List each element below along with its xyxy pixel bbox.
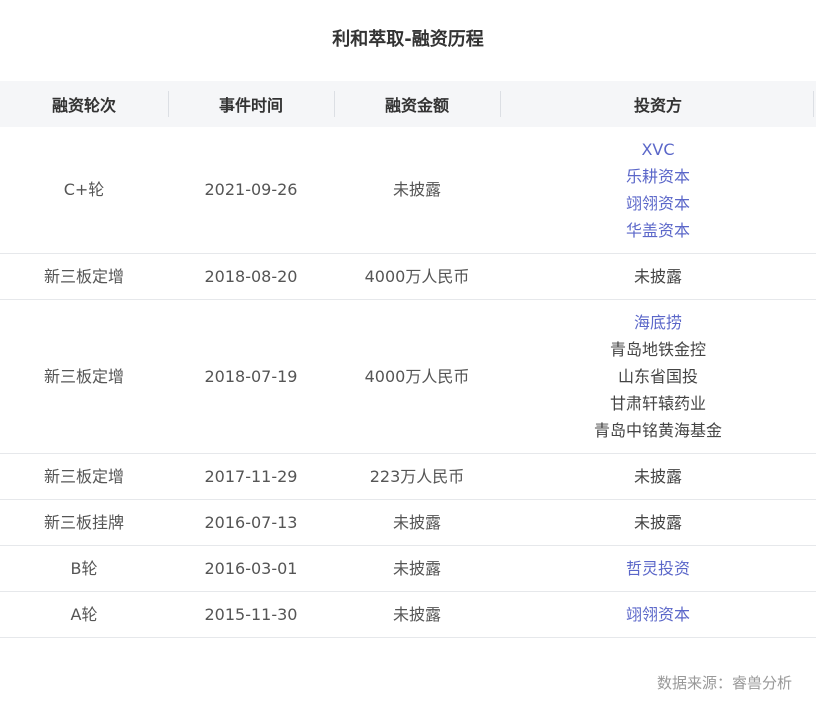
- table-row: C+轮 2021-09-26 未披露 XVC 乐耕资本 翊翎资本 华盖资本: [0, 127, 816, 253]
- cell-amount: 未披露: [392, 180, 441, 200]
- cell-investors: 哲灵投资: [500, 545, 816, 591]
- header-investors: 投资方: [500, 81, 816, 127]
- table-row: 新三板定增 2018-07-19 4000万人民币 海底捞 青岛地铁金控 山东省…: [0, 299, 816, 453]
- table-row: 新三板定增 2017-11-29 223万人民币 未披露: [0, 453, 816, 499]
- investor-text: 甘肃轩辕药业: [609, 393, 706, 413]
- cell-round: 新三板定增: [43, 266, 124, 286]
- investor-link[interactable]: 华盖资本: [500, 217, 816, 244]
- cell-date: 2016-07-13: [204, 512, 298, 532]
- cell-date: 2018-07-19: [204, 366, 298, 386]
- investor-link[interactable]: 翊翎资本: [500, 601, 816, 628]
- investor-text: 青岛中铭黄海基金: [593, 420, 722, 440]
- investor-link[interactable]: 哲灵投资: [500, 555, 816, 582]
- cell-investors: 未披露: [500, 253, 816, 299]
- investor-link[interactable]: 翊翎资本: [500, 190, 816, 217]
- cell-date: 2021-09-26: [204, 180, 298, 200]
- investor-text: 未披露: [633, 266, 682, 286]
- table-row: B轮 2016-03-01 未披露 哲灵投资: [0, 545, 816, 591]
- investor-link[interactable]: 海底捞: [500, 309, 816, 336]
- cell-amount: 4000万人民币: [364, 266, 470, 286]
- header-round: 融资轮次: [51, 96, 116, 115]
- cell-investors: 海底捞 青岛地铁金控 山东省国投 甘肃轩辕药业 青岛中铭黄海基金: [500, 299, 816, 453]
- table-row: 新三板挂牌 2016-07-13 未披露 未披露: [0, 499, 816, 545]
- cell-amount: 未披露: [392, 512, 441, 532]
- data-source-note: 数据来源：睿兽分析: [656, 674, 792, 692]
- cell-round: B轮: [70, 558, 98, 578]
- table-header-row: 融资轮次 事件时间 融资金额 投资方: [0, 81, 816, 127]
- table-row: A轮 2015-11-30 未披露 翊翎资本: [0, 591, 816, 637]
- cell-investors: 未披露: [500, 453, 816, 499]
- cell-round: 新三板挂牌: [43, 512, 124, 532]
- cell-round: C+轮: [63, 180, 105, 200]
- page-title: 利和萃取-融资历程: [332, 29, 484, 50]
- cell-round: A轮: [70, 604, 98, 624]
- investor-text: 青岛地铁金控: [609, 339, 706, 359]
- cell-investors: XVC 乐耕资本 翊翎资本 华盖资本: [500, 127, 816, 253]
- investor-text: 未披露: [633, 512, 682, 532]
- header-date: 事件时间: [168, 81, 334, 127]
- investor-link[interactable]: 乐耕资本: [500, 163, 816, 190]
- cell-date: 2017-11-29: [204, 466, 298, 486]
- cell-amount: 未披露: [392, 604, 441, 624]
- cell-investors: 翊翎资本: [500, 591, 816, 637]
- cell-amount: 223万人民币: [369, 466, 465, 486]
- investor-text: 未披露: [633, 466, 682, 486]
- header-amount: 融资金额: [334, 81, 500, 127]
- cell-date: 2018-08-20: [204, 266, 298, 286]
- cell-date: 2016-03-01: [204, 558, 298, 578]
- investor-link[interactable]: XVC: [500, 136, 816, 163]
- cell-round: 新三板定增: [43, 366, 124, 386]
- cell-amount: 4000万人民币: [364, 366, 470, 386]
- cell-investors: 未披露: [500, 499, 816, 545]
- cell-date: 2015-11-30: [204, 604, 298, 624]
- investor-text: 山东省国投: [617, 366, 698, 386]
- financing-table: 融资轮次 事件时间 融资金额 投资方 C+轮 2021-09-26 未披露 XV…: [0, 81, 816, 638]
- cell-round: 新三板定增: [43, 466, 124, 486]
- table-row: 新三板定增 2018-08-20 4000万人民币 未披露: [0, 253, 816, 299]
- cell-amount: 未披露: [392, 558, 441, 578]
